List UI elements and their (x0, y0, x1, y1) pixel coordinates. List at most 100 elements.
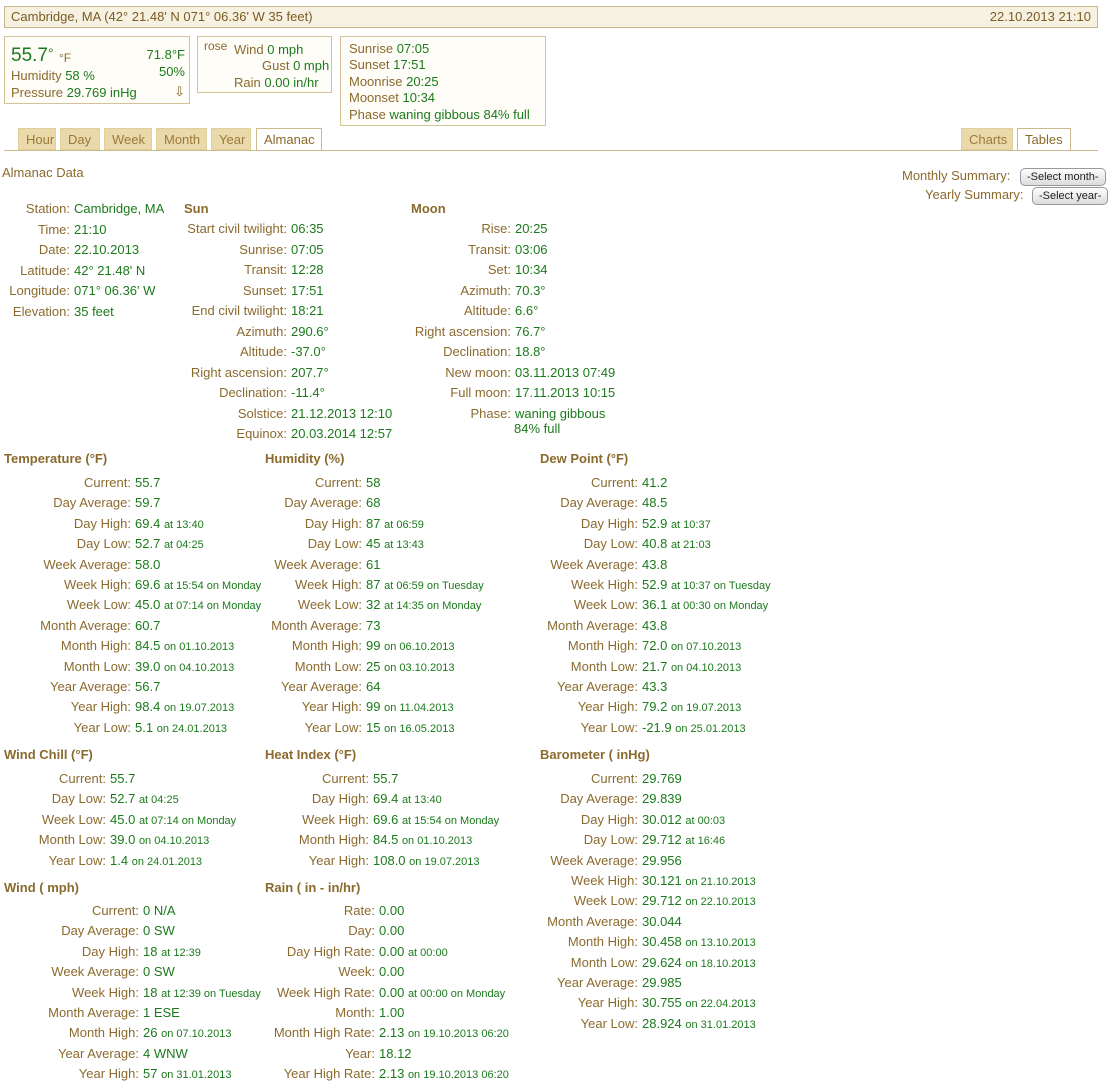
moon-row: Transit: 03:06 (0, 242, 1118, 258)
monthly-summary-select[interactable]: -Select month- (1020, 168, 1106, 186)
moon-value: 17.11.2013 10:15 (515, 385, 616, 400)
dewpoint-label: Year High: (577, 699, 638, 715)
current-conditions-box: 55.7° °F 71.8°F 50% Humidity 58 % Pressu… (4, 36, 190, 104)
rain-row: Month High Rate: 2.13 on 19.10.2013 06:20 (0, 1025, 1118, 1041)
wind-box: rose Wind 0 mph Gust 0 mph Rain 0.00 in/… (197, 36, 332, 93)
rain-label: Rate: (343, 903, 375, 918)
sun-value: 20.03.2014 12:57 (291, 426, 393, 441)
moon-label: Transit: (468, 241, 511, 257)
barometer-value-detail: at 16:46 (685, 835, 726, 848)
sun-section-title: Sun (184, 201, 209, 216)
tab-tables[interactable]: Tables (1017, 128, 1071, 151)
almanac-title: Almanac Data (2, 165, 84, 180)
moon-label: Declination: (443, 344, 511, 359)
temperature-high: 71.8°F (146, 47, 185, 62)
high-percent: 50% (158, 64, 185, 79)
dewpoint-row: Month Average: 43.8 (0, 618, 1118, 634)
tab-almanac[interactable]: Almanac (256, 128, 322, 151)
wind-readout: Wind 0 mph (234, 42, 304, 57)
tab-day[interactable]: Day (60, 128, 100, 150)
rain-value: 0.00 (379, 903, 405, 918)
moon-label: Altitude: (464, 303, 511, 318)
current-temperature: 55.7° (11, 45, 54, 66)
dewpoint-value-detail: at 10:37 on Tuesday (670, 580, 771, 592)
moon-value: 03.11.2013 07:49 (515, 364, 616, 380)
rain-value: 2.13 on 19.10.2013 06:20 (379, 1025, 509, 1041)
sun-box-moonrise: Moonrise 20:25 (349, 73, 439, 89)
tab-year[interactable]: Year (211, 128, 251, 150)
rain-row: Day High Rate: 0.00 at 00:00 (0, 944, 1118, 960)
moon-value: 76.7° (515, 323, 546, 339)
rain-row: Week: 0.00 (0, 964, 1118, 980)
dewpoint-row: Current: 41.2 (0, 475, 1118, 491)
gust-readout: Gust 0 mph (262, 58, 330, 73)
temperature-unit: °F (59, 51, 72, 65)
rain-row: Year High Rate: 2.13 on 19.10.2013 06:20 (0, 1066, 1118, 1082)
dewpoint-label: Month Average: (547, 617, 638, 633)
sun-box-sunrise: Sunrise 07:05 (349, 41, 430, 56)
dewpoint-value: 43.8 (642, 556, 668, 572)
barometer-row: Day Average: 29.839 (0, 791, 1118, 807)
tab-month[interactable]: Month (156, 128, 207, 150)
dewpoint-value: 43.3 (642, 679, 668, 694)
barometer-row: Day High: 30.012 at 00:03 (0, 812, 1118, 828)
moon-row: Declination: 18.8° (0, 344, 1118, 360)
moon-value: 70.3° (515, 282, 546, 298)
pressure-trend-down-arrow-icon: ⇩ (174, 84, 185, 99)
dewpoint-value-detail: on 07.10.2013 (670, 641, 742, 654)
rain-row: Year: 18.12 (0, 1046, 1118, 1062)
moon-value: 6.6° (515, 303, 539, 318)
dewpoint-row: Year Low: -21.9 on 25.01.2013 (0, 720, 1118, 736)
title-bar: Cambridge, MA (42° 21.48' N 071° 06.36' … (4, 6, 1098, 28)
dewpoint-value-detail: at 21:03 (670, 539, 711, 552)
dewpoint-label: Week Average: (550, 556, 638, 572)
moon-row: New moon: 03.11.2013 07:49 (0, 365, 1118, 381)
dewpoint-row: Year Average: 43.3 (0, 679, 1118, 695)
dewpoint-value: 72.0 on 07.10.2013 (642, 638, 742, 654)
rain-section-title: Rain ( in - in/hr) (265, 880, 361, 895)
monthly-summary-label: Monthly Summary: (902, 168, 1011, 183)
dewpoint-label: Year Average: (557, 679, 638, 694)
tab-divider (4, 150, 1098, 151)
barometer-label: Day High: (580, 811, 638, 827)
station-value: Cambridge, MA (74, 201, 165, 216)
dewpoint-row: Month Low: 21.7 on 04.10.2013 (0, 659, 1118, 675)
rain-row: Rate: 0.00 (0, 903, 1118, 919)
barometer-value-detail: at 00:03 (685, 814, 726, 827)
dewpoint-value: 43.8 (642, 617, 668, 633)
dewpoint-row: Week Average: 43.8 (0, 557, 1118, 573)
rain-label: Week High Rate: (276, 984, 375, 1000)
sun-box-sunset: Sunset 17:51 (349, 57, 426, 73)
rain-value: 1.00 (379, 1005, 405, 1020)
moon-label: Full moon: (450, 385, 511, 400)
rain-label: Month High Rate: (273, 1025, 375, 1041)
rain-row: Month: 1.00 (0, 1005, 1118, 1021)
barometer-label: Week High: (571, 873, 638, 888)
tab-week[interactable]: Week (104, 128, 152, 150)
tab-hour[interactable]: Hour (18, 128, 56, 150)
station-row: Station: Cambridge, MA (0, 201, 1118, 217)
rain-value: 2.13 on 19.10.2013 06:20 (379, 1066, 509, 1082)
barometer-value: 29.956 (642, 852, 682, 868)
rain-label: Month: (335, 1005, 375, 1020)
dewpoint-value: 79.2 on 19.07.2013 (642, 699, 742, 715)
pressure-readout: Pressure 29.769 inHg (11, 85, 137, 100)
barometer-label: Week Average: (550, 852, 638, 868)
dewpoint-value-detail: on 04.10.2013 (670, 661, 742, 674)
rain-label: Day High Rate: (286, 943, 375, 959)
moon-label: Azimuth: (460, 282, 511, 298)
dewpoint-label: Current: (591, 475, 638, 490)
rain-value-detail: at 00:00 on Monday (407, 987, 506, 1000)
rain-value-detail: on 19.10.2013 06:20 (407, 1028, 509, 1041)
sun-moon-box: Sunrise 07:05 Sunset 17:51 Moonrise 20:25 M… (340, 36, 546, 126)
barometer-label: Day Average: (560, 791, 638, 807)
tab-charts[interactable]: Charts (961, 128, 1013, 150)
moon-value: 10:34 (515, 262, 548, 277)
humidity-readout: Humidity 58 % (11, 68, 95, 83)
moon-label: Set: (487, 262, 511, 277)
station-location: Cambridge, MA (42° 21.48' N 071° 06.36' … (11, 9, 313, 24)
moon-label: Rise: (481, 221, 511, 236)
dewpoint-value-detail: on 19.07.2013 (670, 702, 742, 715)
dewpoint-value-detail: on 25.01.2013 (675, 722, 746, 735)
rain-row: Week High Rate: 0.00 at 00:00 on Monday (0, 985, 1118, 1001)
